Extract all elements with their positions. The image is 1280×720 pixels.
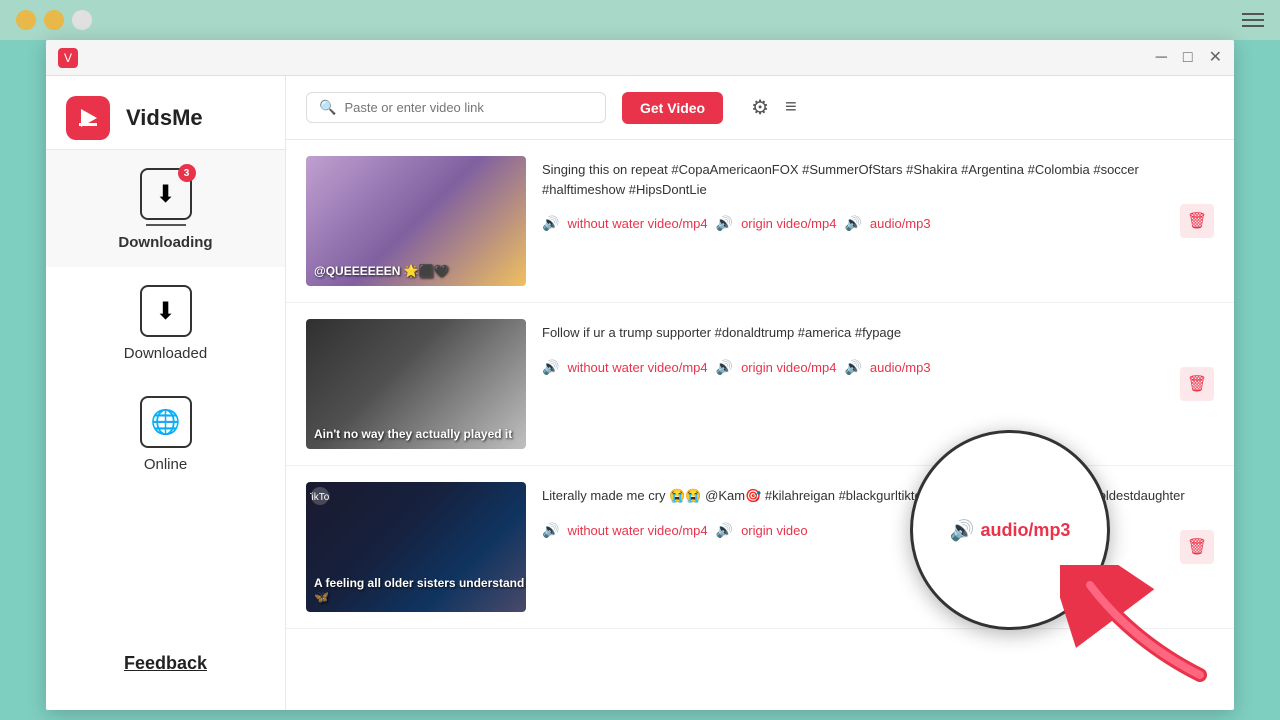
format-btn-origin-3[interactable]: origin video — [741, 523, 808, 538]
menu-line-1 — [1242, 13, 1264, 15]
speaker-icon-2a: 🔊 — [542, 359, 559, 376]
magnifier-speaker-icon: 🔊 — [950, 518, 975, 543]
settings-icon[interactable]: ⚙ — [751, 95, 769, 120]
online-icon-box: 🌐 — [140, 396, 192, 448]
sidebar-item-downloading[interactable]: ⬇ 3 Downloading — [46, 150, 285, 267]
trash-icon-3: 🗑 — [1187, 537, 1207, 557]
video-title-2: Follow if ur a trump supporter #donaldtr… — [542, 323, 1214, 343]
format-btn-origin-1[interactable]: origin video/mp4 — [741, 216, 836, 231]
video-item-1: @QUEEEEEEN 🌟⬛🖤 Singing this on repeat #C… — [286, 140, 1234, 303]
sidebar: VidsMe ⬇ 3 Downloading ⬇ Downloaded — [46, 76, 286, 710]
format-btn-audio-1[interactable]: audio/mp3 — [870, 216, 931, 231]
menu-icon[interactable]: ≡ — [785, 96, 797, 119]
arrow-svg — [1060, 565, 1220, 685]
thumb-overlay-2: Ain't no way they actually played it — [314, 427, 512, 441]
search-header: 🔍 Get Video ⚙ ≡ — [286, 76, 1234, 140]
delete-button-2[interactable]: 🗑 — [1180, 367, 1214, 401]
sidebar-item-downloaded[interactable]: ⬇ Downloaded — [46, 267, 285, 378]
speaker-icon-1b: 🔊 — [716, 215, 733, 232]
video-formats-3: 🔊 without water video/mp4 🔊 origin video — [542, 522, 1214, 539]
app-icon-small: V — [58, 48, 78, 68]
window-controls: ─ □ ✕ — [1156, 50, 1222, 66]
format-btn-nowatermark-1[interactable]: without water video/mp4 — [567, 216, 707, 231]
video-thumb-3: TikTok A feeling all older sisters under… — [306, 482, 526, 612]
thumb-overlay-1: @QUEEEEEEN 🌟⬛🖤 — [314, 264, 449, 278]
app-icon-letter: V — [64, 51, 72, 65]
format-btn-nowatermark-3[interactable]: without water video/mp4 — [567, 523, 707, 538]
video-info-2: Follow if ur a trump supporter #donaldtr… — [542, 319, 1214, 376]
minimize-button[interactable]: ─ — [1156, 50, 1167, 66]
maximize-button[interactable]: □ — [1183, 50, 1193, 66]
menu-line-3 — [1242, 25, 1264, 27]
app-logo — [66, 96, 110, 140]
arrow-overlay — [1060, 565, 1220, 690]
thumb-overlay-3: A feeling all older sisters understand 🦋 — [314, 576, 526, 604]
downloading-badge: 3 — [178, 164, 196, 182]
speaker-icon-1c: 🔊 — [844, 215, 861, 232]
search-icon: 🔍 — [319, 99, 336, 116]
trash-icon-1: 🗑 — [1187, 211, 1207, 231]
magnifier-content: 🔊 audio/mp3 — [950, 518, 1071, 543]
speaker-icon-2c: 🔊 — [844, 359, 861, 376]
delete-button-3[interactable]: 🗑 — [1180, 530, 1214, 564]
online-label: Online — [144, 456, 187, 473]
dot-close[interactable] — [72, 10, 92, 30]
video-thumb-2: Ain't no way they actually played it — [306, 319, 526, 449]
speaker-icon-2b: 🔊 — [716, 359, 733, 376]
video-thumb-1: @QUEEEEEEN 🌟⬛🖤 — [306, 156, 526, 286]
video-item-2: Ain't no way they actually played it Fol… — [286, 303, 1234, 466]
feedback-link[interactable]: Feedback — [46, 637, 285, 690]
get-video-button[interactable]: Get Video — [622, 92, 723, 124]
header-icons: ⚙ ≡ — [751, 95, 797, 120]
format-btn-audio-2[interactable]: audio/mp3 — [870, 360, 931, 375]
video-title-3: Literally made me cry 😭😭 @Kam🎯 #kilahrei… — [542, 486, 1214, 506]
logo-svg — [73, 103, 103, 133]
delete-button-1[interactable]: 🗑 — [1180, 204, 1214, 238]
menu-line-2 — [1242, 19, 1264, 21]
downloading-label: Downloading — [118, 234, 212, 251]
video-formats-2: 🔊 without water video/mp4 🔊 origin video… — [542, 359, 1214, 376]
tiktok-icon: TikTok — [310, 486, 330, 506]
dot-minimize[interactable] — [16, 10, 36, 30]
downloaded-label: Downloaded — [124, 345, 207, 362]
speaker-icon-1a: 🔊 — [542, 215, 559, 232]
speaker-icon-3a: 🔊 — [542, 522, 559, 539]
video-formats-1: 🔊 without water video/mp4 🔊 origin video… — [542, 215, 1214, 232]
video-title-1: Singing this on repeat #CopaAmericaonFOX… — [542, 160, 1214, 199]
video-info-3: Literally made me cry 😭😭 @Kam🎯 #kilahrei… — [542, 482, 1214, 539]
window-chrome: V ─ □ ✕ — [46, 40, 1234, 76]
downloading-divider — [146, 224, 186, 226]
speaker-icon-3b: 🔊 — [716, 522, 733, 539]
dot-maximize[interactable] — [44, 10, 64, 30]
app-header: VidsMe — [46, 86, 285, 150]
window-dots — [16, 10, 92, 30]
download-arrow-icon: ⬇ — [155, 180, 175, 209]
app-title: VidsMe — [126, 105, 203, 131]
title-bar — [0, 0, 1280, 40]
magnifier-text: audio/mp3 — [980, 520, 1070, 541]
format-btn-nowatermark-2[interactable]: without water video/mp4 — [567, 360, 707, 375]
svg-text:TikTok: TikTok — [310, 492, 330, 503]
search-box[interactable]: 🔍 — [306, 92, 606, 123]
downloaded-arrow-icon: ⬇ — [155, 297, 175, 326]
globe-icon: 🌐 — [151, 408, 181, 437]
downloading-icon-box: ⬇ 3 — [140, 168, 192, 220]
video-info-1: Singing this on repeat #CopaAmericaonFOX… — [542, 156, 1214, 232]
format-btn-origin-2[interactable]: origin video/mp4 — [741, 360, 836, 375]
sidebar-item-online[interactable]: 🌐 Online — [46, 378, 285, 489]
title-bar-menu-icon[interactable] — [1242, 13, 1264, 27]
trash-icon-2: 🗑 — [1187, 374, 1207, 394]
search-input[interactable] — [344, 100, 593, 115]
downloaded-icon-box: ⬇ — [140, 285, 192, 337]
close-button[interactable]: ✕ — [1209, 50, 1222, 66]
